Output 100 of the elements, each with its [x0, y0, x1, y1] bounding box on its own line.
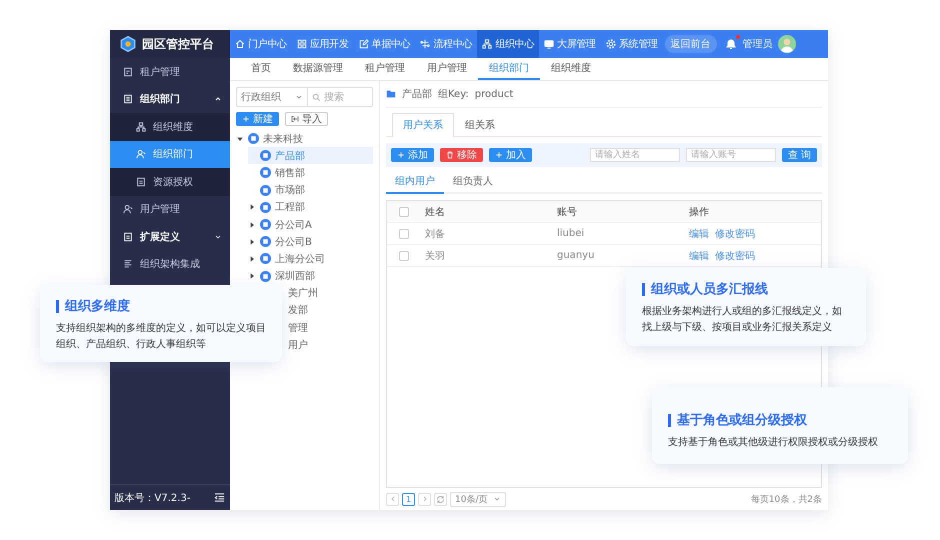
edit-icon — [358, 39, 369, 49]
tree-node[interactable]: 分公司B — [248, 233, 373, 250]
nav-item[interactable]: 门户中心 — [230, 30, 292, 58]
previous-page-button[interactable] — [386, 492, 399, 506]
callout-title: 组织或人员多汇报线 — [651, 281, 768, 298]
next-page-button[interactable] — [418, 492, 431, 506]
avatar-icon[interactable] — [778, 35, 796, 53]
member-tab[interactable]: 组负责人 — [444, 170, 502, 194]
table-cell-text: guanyu — [557, 250, 596, 261]
home-icon — [235, 39, 245, 49]
tree-node[interactable]: 分公司A — [248, 216, 373, 234]
caret-right-icon — [248, 203, 256, 212]
page-tab[interactable]: 用户管理 — [416, 58, 478, 80]
plus-icon — [495, 151, 503, 159]
tree-node[interactable]: 用户 — [288, 338, 308, 352]
key-label: 组Key: — [438, 88, 469, 101]
trash-icon — [446, 151, 454, 159]
caret-down-icon — [236, 134, 244, 143]
callout-text: 支持组织架构的多维度的定义，如可以定义项目组织、产品组织、行政人事组织等 — [56, 322, 266, 352]
tree-node[interactable]: 管理 — [288, 320, 308, 335]
tree-node[interactable]: 工程部 — [248, 198, 373, 216]
chevron-down-icon — [493, 495, 502, 503]
user-icon — [136, 149, 146, 160]
hierarchy-icon — [136, 122, 146, 132]
group-name: 产品部 — [402, 88, 432, 101]
table-cell-text: liubei — [557, 228, 586, 239]
document-icon — [123, 66, 133, 77]
query-button[interactable]: 查 询 — [782, 148, 817, 162]
return-button[interactable]: 返回前台 — [664, 35, 717, 53]
checkbox[interactable] — [399, 250, 409, 260]
relation-tab[interactable]: 组关系 — [454, 113, 506, 136]
page-tab[interactable]: 组织部门 — [478, 58, 540, 80]
tree-node[interactable]: 上海分公司 — [248, 250, 373, 268]
refresh-button[interactable] — [434, 492, 447, 506]
page-tab[interactable]: 组织维度 — [540, 58, 602, 80]
nav-item[interactable]: 应用开发 — [292, 30, 354, 58]
column-header: 操作 — [689, 206, 710, 218]
plus-icon — [397, 151, 405, 159]
key-value: product — [474, 88, 514, 100]
filter-field[interactable]: 请输入账号 — [686, 148, 776, 162]
callout-text: 支持基于角色或其他级进行权限授权或分级授权 — [668, 436, 879, 450]
chevron-right-icon — [420, 495, 428, 503]
nav-item[interactable]: 组织中心 — [477, 30, 540, 58]
nav-item[interactable]: 流程中心 — [415, 30, 478, 58]
column-header: 账号 — [557, 206, 578, 218]
page-tab[interactable]: 数据源管理 — [282, 58, 354, 80]
sidebar-item[interactable]: 组织部门 — [110, 86, 230, 113]
accent-bar — [668, 414, 671, 426]
new-button[interactable]: 新建 — [236, 112, 279, 126]
tree-node[interactable]: 发部 — [288, 303, 308, 318]
page-size-select[interactable]: 10条/页 — [450, 492, 506, 506]
add-button[interactable]: 添加 — [391, 148, 434, 162]
sidebar-item[interactable]: 组织部门 — [110, 140, 230, 168]
gear-icon — [606, 39, 616, 49]
sidebar-item[interactable]: 组织架构集成 — [110, 250, 230, 278]
accent-bar — [56, 300, 59, 312]
tree-node[interactable]: 产品部 — [248, 147, 373, 164]
sidebar-item[interactable]: 租户管理 — [110, 58, 230, 86]
document-icon — [123, 232, 133, 242]
password-link[interactable]: 修改密码 — [715, 226, 755, 240]
chevron-down-icon — [214, 232, 222, 241]
user-name[interactable]: 管理员 — [742, 37, 773, 51]
nav-item[interactable]: 大屏管理 — [539, 30, 601, 58]
sidebar-item[interactable]: 用户管理 — [110, 196, 230, 223]
import-button[interactable]: 导入 — [285, 112, 328, 126]
version-label: 版本号：V7.2.3- — [114, 492, 190, 504]
tree-node[interactable]: 美广州 — [288, 286, 318, 300]
add-button[interactable]: 加入 — [489, 148, 532, 162]
screen-icon — [544, 39, 554, 49]
sidebar-item[interactable]: 资源授权 — [110, 168, 230, 196]
tree-node[interactable]: 深圳西部 — [248, 268, 373, 285]
page-tab[interactable]: 租户管理 — [354, 58, 416, 80]
column-header: 姓名 — [425, 206, 446, 218]
grid-icon — [296, 39, 307, 49]
accent-bar — [642, 282, 645, 296]
sidebar-item[interactable]: 扩展定义 — [110, 223, 230, 250]
edit-link[interactable]: 编辑 — [689, 248, 709, 262]
edit-link[interactable]: 编辑 — [689, 226, 709, 240]
remove-button[interactable]: 移除 — [440, 148, 483, 162]
plus-icon — [242, 115, 250, 123]
nav-item[interactable]: 单据中心 — [354, 30, 416, 58]
checkbox[interactable] — [399, 206, 409, 216]
callout-title: 组织多维度 — [65, 298, 130, 315]
member-tab[interactable]: 组内用户 — [386, 170, 444, 194]
page-button[interactable]: 1 — [402, 492, 415, 506]
callout-title: 基于角色或组分级授权 — [677, 412, 807, 429]
import-icon — [291, 115, 299, 123]
tree-node[interactable]: 销售部 — [248, 164, 373, 182]
checkbox[interactable] — [399, 228, 409, 238]
table-cell-text: 关羽 — [425, 250, 446, 262]
tree-node[interactable]: 市场部 — [248, 182, 373, 199]
logo-icon — [120, 36, 136, 52]
nav-item[interactable]: 系统管理 — [600, 30, 663, 58]
page-tab[interactable]: 首页 — [240, 58, 282, 80]
sidebar-item[interactable]: 组织维度 — [110, 113, 230, 140]
relation-tab[interactable]: 用户关系 — [392, 113, 454, 137]
tree-node[interactable]: 未来科技 — [236, 130, 373, 148]
flow-icon — [420, 39, 430, 49]
filter-field[interactable]: 请输入姓名 — [590, 148, 680, 162]
password-link[interactable]: 修改密码 — [715, 248, 755, 262]
